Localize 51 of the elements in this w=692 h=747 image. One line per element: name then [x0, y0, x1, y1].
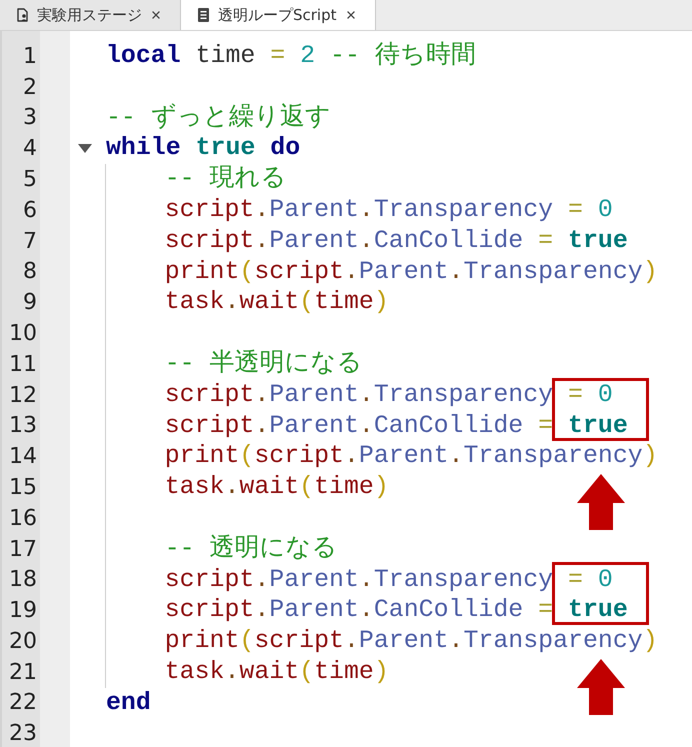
line-number: 23 — [9, 721, 38, 747]
code-line: print(script.Parent.Transparency) — [164, 442, 658, 472]
line-number: 19 — [9, 598, 38, 624]
line-number: 12 — [9, 382, 38, 408]
page-icon — [17, 8, 28, 22]
line-number: 2 — [23, 74, 38, 100]
code-line: end — [106, 688, 151, 718]
line-number: 21 — [9, 660, 38, 685]
line-number: 8 — [23, 259, 38, 285]
line-number: 3 — [23, 105, 38, 131]
code-line: while true do — [106, 134, 300, 164]
tab[interactable]: 透明ループScript — [181, 0, 376, 30]
line-number: 6 — [23, 198, 38, 224]
up-arrow-icon — [577, 474, 626, 530]
tab[interactable]: 実験用ステージ — [0, 0, 181, 30]
up-arrow-icon — [577, 658, 626, 715]
line-number: 9 — [23, 290, 38, 316]
code-line: -- 半透明になる — [164, 350, 363, 379]
line-number: 7 — [23, 228, 38, 254]
line-number: 4 — [23, 136, 38, 162]
code-line: script.Parent.Transparency = 0 — [164, 566, 613, 594]
code-line: -- 現れる — [164, 165, 287, 194]
line-number: 5 — [23, 166, 38, 192]
line-number: 1 — [23, 44, 38, 70]
code-line: script.Parent.Transparency = 0 — [164, 196, 613, 225]
caret-icon[interactable] — [78, 144, 92, 154]
code-line: local time = 2 -- 待ち時間 — [106, 42, 476, 71]
code-line: print(script.Parent.Transparency) — [164, 258, 658, 286]
code-line: print(script.Parent.Transparency) — [164, 627, 658, 656]
line-number: 14 — [9, 444, 38, 470]
line-number: 22 — [9, 690, 38, 716]
close-icon[interactable] — [152, 11, 160, 19]
line-number: 18 — [9, 567, 38, 593]
code-line: task.wait(time) — [164, 473, 389, 502]
code-line: -- ずっと繰り返す — [106, 104, 331, 132]
line-number: 15 — [9, 474, 38, 500]
document-icon — [198, 8, 209, 22]
line-number: 16 — [9, 506, 38, 531]
close-icon[interactable] — [346, 11, 355, 19]
code-line: script.Parent.CanCollide = true — [164, 596, 628, 626]
line-number: 13 — [9, 413, 38, 439]
line-number: 10 — [9, 320, 38, 346]
line-number: 11 — [9, 352, 38, 378]
line-number: 17 — [9, 536, 38, 562]
code-line: script.Parent.CanCollide = true — [164, 412, 628, 440]
code-line: task.wait(time) — [164, 288, 389, 318]
code-line: script.Parent.Transparency = 0 — [164, 380, 613, 410]
code-line: script.Parent.CanCollide = true — [164, 226, 628, 256]
code-line: -- 透明になる — [164, 534, 338, 564]
code-line: task.wait(time) — [164, 658, 389, 687]
line-number: 20 — [9, 628, 38, 654]
